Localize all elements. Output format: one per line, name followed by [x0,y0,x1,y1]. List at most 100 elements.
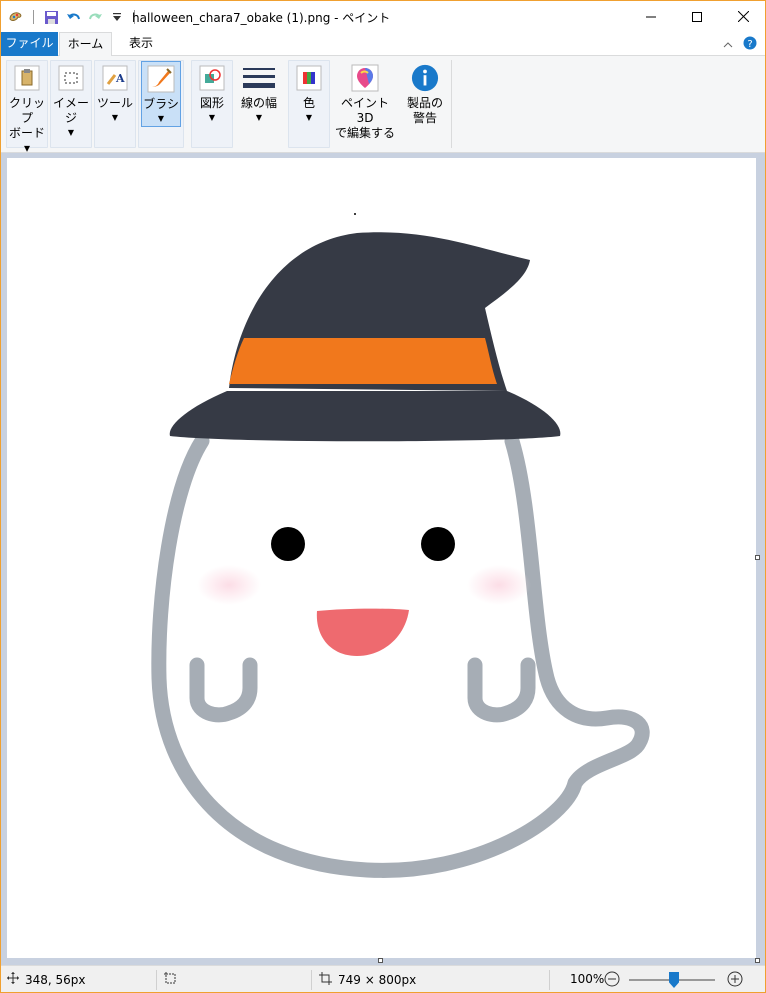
tab-file[interactable]: ファイル [1,32,58,56]
edit-paint3d-button[interactable]: ペイント 3D で編集する [334,61,396,141]
size-button[interactable]: 線の幅 ▼ [236,61,282,123]
paint3d-group: ペイント 3D で編集する [333,60,395,148]
minimize-icon [646,16,656,17]
chevron-down-icon: ▼ [67,128,75,137]
warning-label-1: 製品の [406,96,443,110]
witch-hat-band [229,338,497,384]
ribbon-separator [451,60,452,148]
ribbon-controls: ? [723,36,757,53]
image-size: 749 × 800px [319,972,416,988]
chevron-down-icon: ▼ [111,113,119,122]
zoom-out-button[interactable] [604,971,620,987]
colors-group: 色 ▼ [288,60,330,148]
brush-icon [147,65,175,93]
shapes-icon [198,64,226,92]
tools-label: ツール [96,96,133,110]
clipboard-group: クリップ ボード▾ [6,60,48,155]
zoom-percent: 100% [570,972,605,986]
zoom-slider-thumb[interactable] [669,972,679,988]
ribbon-tabs: ファイル ホーム 表示 ? [1,32,765,57]
image-label: イメージ [52,96,89,125]
move-cursor-icon [7,972,19,987]
resize-handle-right[interactable] [755,555,760,560]
tools-group: A ツール ▼ [94,60,136,148]
status-separator [311,970,312,990]
cursor-position: 348, 56px [7,972,86,987]
chevron-down-icon: ▼ [208,113,216,122]
ghost-left-eye [271,527,305,561]
resize-handle-bottom[interactable] [378,958,383,963]
line-width-icon [242,64,276,92]
size-group: 線の幅 ▼ [235,60,281,148]
shapes-group: 図形 ▼ [191,60,233,148]
image-size-icon [319,972,332,988]
paint-window: halloween_chara7_obake (1).png - ペイント ファ… [0,0,766,993]
selection-size [164,972,183,988]
selection-icon [164,972,177,988]
ghost-body [151,433,650,878]
brushes-button[interactable]: ブラシ ▼ [141,61,181,127]
info-icon [411,64,439,92]
ghost-illustration [151,213,650,878]
colors-button[interactable]: 色 ▼ [289,61,329,123]
undo-icon[interactable] [64,8,82,26]
warning-label-2: 警告 [412,111,437,125]
clipboard-label-2: ボード▾ [8,126,45,155]
redo-icon[interactable] [86,8,104,26]
chevron-down-icon: ▼ [255,113,263,122]
maximize-icon [692,11,702,22]
paint3d-icon [351,64,379,92]
zoom-in-icon [727,971,743,987]
ghost-left-cheek [197,565,261,605]
collapse-ribbon-icon[interactable] [723,38,733,52]
clipboard-button[interactable]: クリップ ボード▾ [7,61,47,156]
zoom-out-icon [604,971,620,987]
tab-view[interactable]: 表示 [117,32,165,56]
colors-label: 色 [302,96,315,110]
tools-icon: A [101,64,129,92]
qat-separator [33,10,34,24]
image-group: イメージ ▼ [50,60,92,148]
product-warning-button[interactable]: 製品の 警告 [400,61,450,126]
svg-text:?: ? [747,39,752,50]
minimize-button[interactable] [628,1,674,32]
status-bar: 348, 56px 749 × 800px 100% [1,965,765,992]
svg-text:A: A [115,72,125,85]
tab-home[interactable]: ホーム [59,32,112,57]
clipboard-label-1: クリップ [8,96,45,125]
clipboard-icon [13,64,41,92]
paint3d-label-1: ペイント 3D [340,96,389,125]
resize-handle-corner[interactable] [755,958,760,963]
pixel-dot [354,213,356,215]
shapes-label: 図形 [199,96,224,110]
save-icon[interactable] [42,8,60,26]
brushes-group: ブラシ ▼ [138,60,184,148]
drawing-canvas[interactable] [7,158,756,958]
close-button[interactable] [720,1,765,32]
customize-qat-icon[interactable] [108,8,126,26]
help-icon[interactable]: ? [743,36,757,53]
canvas-area[interactable] [1,153,765,965]
status-separator [156,970,157,990]
brushes-label: ブラシ [143,97,179,111]
paint-app-icon[interactable] [7,8,25,26]
paint3d-label-2: で編集する [334,126,395,140]
size-label: 線の幅 [240,96,277,110]
witch-hat-brim [169,391,561,442]
maximize-button[interactable] [674,1,720,32]
ribbon-home: クリップ ボード▾ イメージ ▼ A ツール ▼ ブラシ ▼ 図形 ▼ 線の幅 … [1,56,765,155]
image-button[interactable]: イメージ ▼ [51,61,91,138]
warning-group: 製品の 警告 [399,60,449,148]
palette-icon [295,64,323,92]
title-bar: halloween_chara7_obake (1).png - ペイント [1,1,765,32]
image-size-value: 749 × 800px [338,973,417,987]
zoom-in-button[interactable] [727,971,743,987]
status-separator [549,970,550,990]
cursor-coords: 348, 56px [25,972,86,987]
ghost-right-eye [421,527,455,561]
select-icon [57,64,85,92]
chevron-down-icon: ▼ [157,114,165,123]
close-icon [737,11,749,22]
shapes-button[interactable]: 図形 ▼ [192,61,232,123]
tools-button[interactable]: A ツール ▼ [95,61,135,123]
